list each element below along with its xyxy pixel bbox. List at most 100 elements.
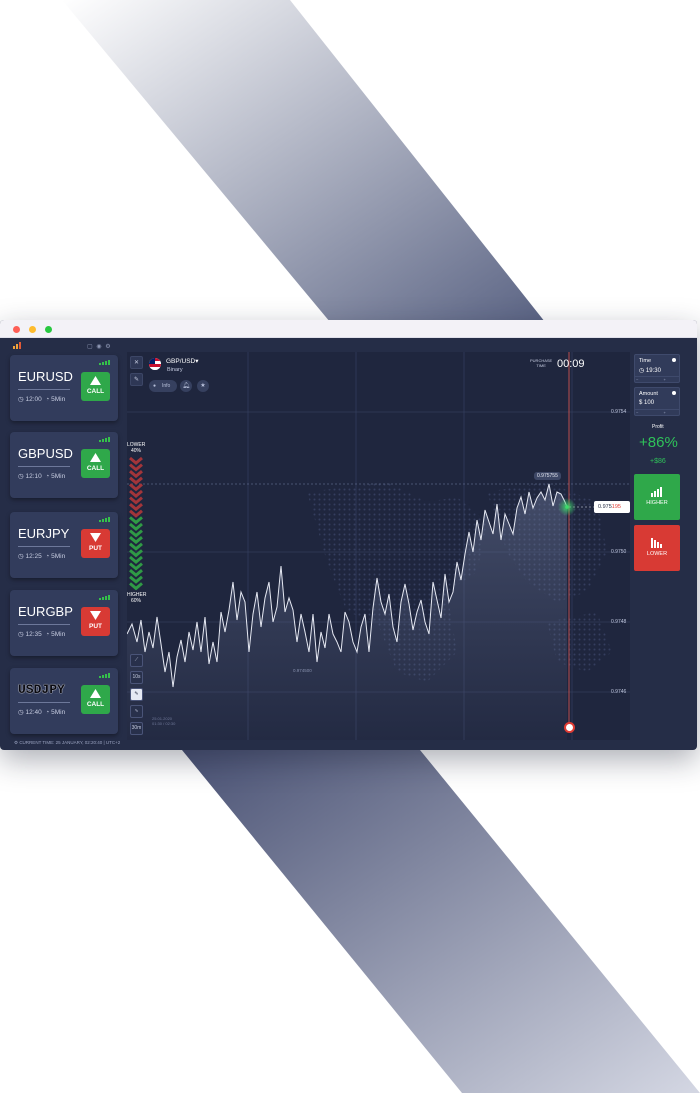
divider [18,624,70,625]
call-button[interactable]: CALL [81,685,110,714]
pencil-icon[interactable]: ✎ [130,373,143,386]
pair-name: EURGBP [18,604,73,619]
pair-time: 12:10 [25,473,42,480]
draw-tool[interactable]: ✎ [130,688,143,701]
divider [18,702,70,703]
time-label: Time [639,358,652,364]
wave-tool[interactable]: ∿ [130,705,143,718]
clock-icon: ◷ [18,473,24,480]
star-icon[interactable]: ★ [197,380,209,392]
divider [18,466,70,467]
sentiment-chevron-lower [129,509,143,518]
sentiment-lower-pct: 40% [130,448,141,454]
call-button[interactable]: CALL [81,449,110,478]
bell-icon[interactable]: 🔔︎ [180,380,192,392]
arrow-down-icon [90,611,101,620]
close-window-button[interactable] [13,326,20,333]
time-value-text: 19:30 [645,368,661,374]
pair-card-eurusd[interactable]: EURUSD ◷ 12:00 ◔ 5Min CALL [10,355,118,421]
chart-down-icon [651,538,662,548]
timeframe-10s[interactable]: 10s [130,671,143,684]
maximize-window-button[interactable] [45,326,52,333]
trade-panel: Time ◷ 19:30 − + Amount $ 100 − + Profit… [630,352,697,740]
time-value[interactable]: ◷ 19:30 [639,367,661,374]
sentiment-chevron-lower [129,463,143,472]
higher-label: HIGHER [646,500,668,506]
info-icon: ● [153,383,157,389]
settings-icon[interactable]: ⚙ [14,740,18,745]
current-price-tail: 195 [611,504,621,510]
sentiment-chevron-higher [129,522,143,531]
timer-icon: ◔ [45,631,50,638]
sentiment-chevron-higher [129,582,143,591]
pair-name: EURJPY [18,526,70,541]
timer-icon: ◔ [45,473,50,480]
clock-icon: ◷ [18,396,24,403]
profit-label: Profit [652,424,664,430]
pair-card-eurgbp[interactable]: EURGBP ◷ 12:35 ◔ 5Min PUT [10,590,118,656]
call-label: CALL [86,465,105,472]
pair-name: USDJPY [18,682,65,697]
info-pill[interactable]: ● Info [149,380,177,392]
chart-time-range: 25.01.2020 01:30 / 02:30 [152,716,176,726]
amount-value[interactable]: $ 100 [639,400,654,406]
expiry-marker-icon[interactable] [564,722,575,733]
window-titlebar [0,320,697,338]
signal-icon [99,437,111,442]
current-time-text: CURRENT TIME: 25 JANUARY, 02:20:40 | UTC… [19,740,121,745]
divider [18,389,70,390]
trading-app-window: ▢ ◉ ⚙ EURUSD ◷ 12:00 ◔ 5Min CALL GBPUSD … [0,320,697,750]
clock-icon: ◷ [18,553,24,560]
put-button[interactable]: PUT [81,529,110,558]
info-icon[interactable] [672,391,676,395]
put-label: PUT [89,545,102,552]
sentiment-chevron-higher [129,536,143,545]
call-button[interactable]: CALL [81,372,110,401]
sentiment-chevron-higher [129,569,143,578]
sentiment-chevron-higher [129,575,143,584]
amount-stepper[interactable]: − + [635,409,679,415]
purchase-time-label: PURCHASE TIME [530,358,553,368]
minimize-window-button[interactable] [29,326,36,333]
put-label: PUT [89,623,102,630]
price-chart[interactable]: ✕ ✎ GBP/USD▾ Binary ● Info 🔔︎ ★ PURCHASE … [127,352,630,740]
call-label: CALL [86,388,105,395]
pair-time: 12:40 [25,709,42,716]
price-level: 0.9748 [611,619,627,625]
sentiment-chevron-higher [129,516,143,525]
line-chart-tool[interactable]: ⟋ [130,654,143,667]
close-icon[interactable]: ✕ [130,356,143,369]
pair-card-gbpusd[interactable]: GBPUSD ◷ 12:10 ◔ 5Min CALL [10,432,118,498]
sentiment-chevron-lower [129,496,143,505]
sentiment-chevron-higher [129,555,143,564]
time-field[interactable]: Time ◷ 19:30 − + [634,354,680,383]
chart-pair-selector[interactable]: GBP/USD▾ [166,357,199,365]
time-stepper[interactable]: − + [635,376,679,382]
info-icon[interactable] [672,358,676,362]
peak-price-label: 0.975755 [534,472,561,480]
signal-icon [99,517,111,522]
call-label: CALL [86,701,105,708]
sentiment-chevron-lower [129,476,143,485]
higher-button[interactable]: HIGHER [634,474,680,520]
lower-label: LOWER [646,551,668,557]
put-button[interactable]: PUT [81,607,110,636]
sentiment-chevron-lower [129,470,143,479]
pair-card-usdjpy[interactable]: USDJPY ◷ 12:40 ◔ 5Min CALL [10,668,118,734]
price-level: 0.9746 [611,689,627,695]
pair-duration: 5Min [51,473,66,480]
pair-name: GBPUSD [18,446,73,461]
clock-icon: ◷ [18,709,24,716]
timer-icon: ◔ [45,396,50,403]
amount-field[interactable]: Amount $ 100 − + [634,387,680,416]
timeframe-30m[interactable]: 30m [130,722,143,735]
sentiment-chevron-higher [129,562,143,571]
sentiment-higher: HIGHER 60% [127,592,146,604]
mid-price-label: 0.974500 [293,668,312,673]
option-type: Binary [167,367,183,373]
pair-time: 12:25 [25,553,42,560]
price-level: 0.9754 [611,409,627,415]
header-tools-icons[interactable]: ▢ ◉ ⚙ [87,343,112,350]
lower-button[interactable]: LOWER [634,525,680,571]
pair-card-eurjpy[interactable]: EURJPY ◷ 12:25 ◔ 5Min PUT [10,512,118,578]
